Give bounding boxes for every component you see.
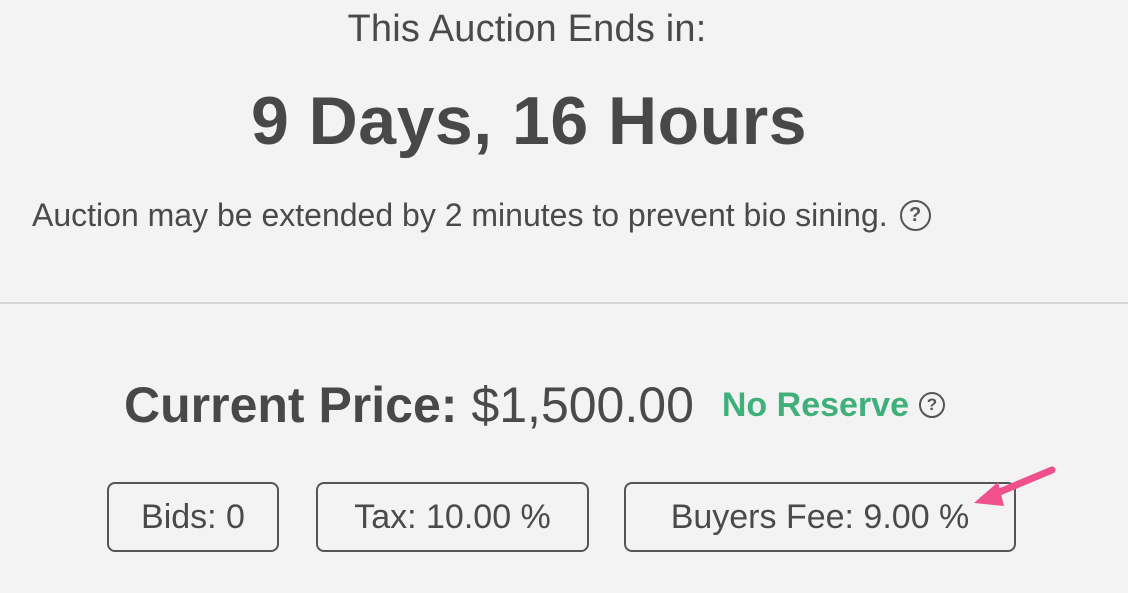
current-price-value: $1,500.00 bbox=[471, 377, 694, 433]
current-price-label: Current Price: bbox=[124, 377, 458, 433]
current-price-row: Current Price: $1,500.00 No Reserve ? bbox=[124, 376, 945, 434]
countdown-timer: 9 Days, 16 Hours bbox=[250, 83, 808, 159]
auction-ends-label: This Auction Ends in: bbox=[347, 8, 707, 50]
tax-rate-box: Tax: 10.00 % bbox=[316, 482, 589, 552]
no-reserve-badge: No Reserve bbox=[721, 385, 909, 424]
buyers-fee-box: Buyers Fee: 9.00 % bbox=[624, 482, 1016, 552]
auction-header: This Auction Ends in: 9 Days, 16 Hours A… bbox=[0, 0, 1128, 300]
extension-note-text: Auction may be extended by 2 minutes to … bbox=[32, 197, 888, 233]
extension-note: Auction may be extended by 2 minutes to … bbox=[32, 197, 931, 234]
pointer-arrow-icon bbox=[974, 466, 1056, 506]
section-divider bbox=[0, 302, 1128, 304]
reserve-help-icon[interactable]: ? bbox=[918, 392, 945, 418]
bids-count-box: Bids: 0 bbox=[107, 482, 279, 552]
help-icon[interactable]: ? bbox=[899, 200, 931, 231]
